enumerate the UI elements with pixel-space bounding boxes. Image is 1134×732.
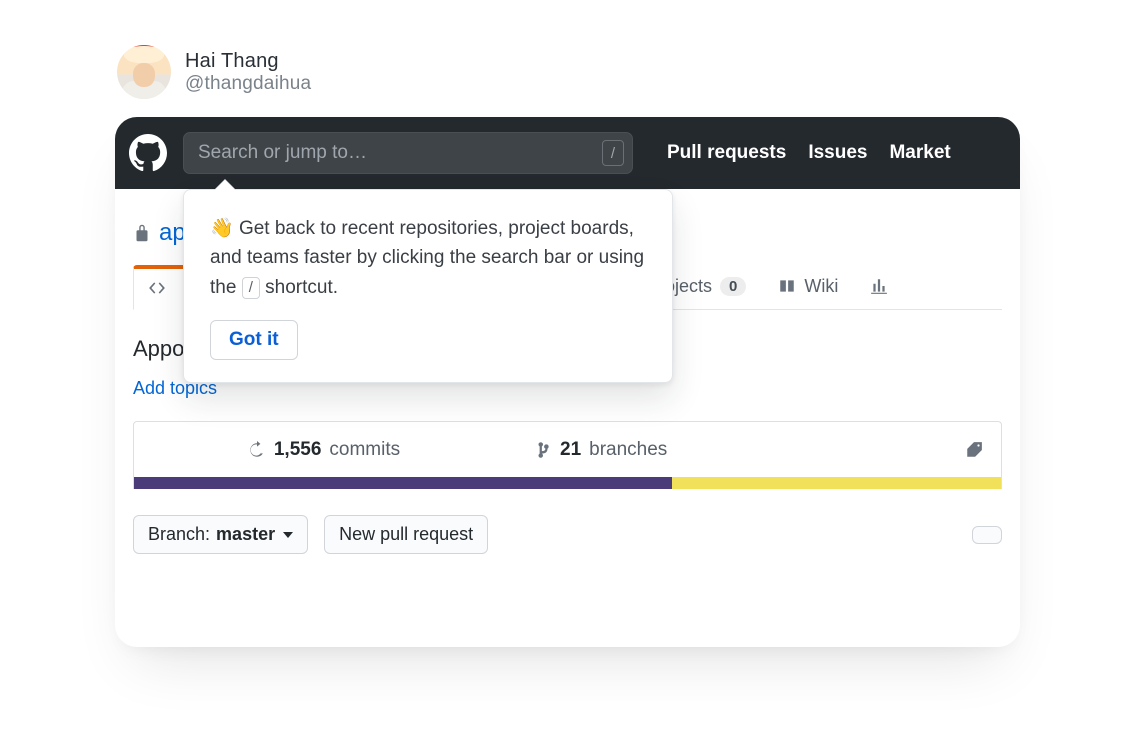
popover-text: 👋 Get back to recent repositories, proje… xyxy=(210,214,646,302)
tab-wiki[interactable]: Wiki xyxy=(764,266,852,309)
search-input[interactable] xyxy=(198,142,594,164)
caret-down-icon xyxy=(283,532,293,538)
slash-kbd: / xyxy=(242,277,260,299)
github-top-bar: / Pull requests Issues Market xyxy=(115,117,1020,189)
commits-count: 1,556 xyxy=(274,439,322,461)
tab-projects-count: 0 xyxy=(720,277,746,296)
repo-name: ap xyxy=(159,219,186,247)
new-pull-request-button[interactable]: New pull request xyxy=(324,515,488,554)
screenshot-card: / Pull requests Issues Market ap xyxy=(115,117,1020,647)
tab-wiki-label: Wiki xyxy=(804,276,838,297)
stat-branches[interactable]: 21 branches xyxy=(514,439,687,461)
top-nav: Pull requests Issues Market xyxy=(667,142,951,164)
repo-stats-bar: 1,556 commits 21 branches xyxy=(133,421,1002,477)
branches-label: branches xyxy=(589,439,667,461)
branch-prefix: Branch: xyxy=(148,524,210,545)
popover-text-b: shortcut. xyxy=(260,277,338,298)
tab-insights-partial[interactable] xyxy=(856,267,902,307)
graph-icon xyxy=(870,277,888,295)
stat-right-partial[interactable] xyxy=(945,441,1001,459)
tab-code[interactable] xyxy=(133,265,189,310)
avatar[interactable] xyxy=(117,45,171,99)
search-tip-popover: 👋 Get back to recent repositories, proje… xyxy=(183,189,673,383)
language-seg-2 xyxy=(672,477,1001,489)
wave-emoji: 👋 xyxy=(210,218,234,239)
got-it-button[interactable]: Got it xyxy=(210,320,298,360)
github-logo-icon[interactable] xyxy=(129,134,167,172)
nav-issues[interactable]: Issues xyxy=(808,142,867,164)
author-name[interactable]: Hai Thang xyxy=(185,50,311,73)
language-bar[interactable] xyxy=(133,477,1002,489)
branch-select-button[interactable]: Branch: master xyxy=(133,515,308,554)
branches-count: 21 xyxy=(560,439,581,461)
code-icon xyxy=(148,279,166,297)
right-action-partial[interactable] xyxy=(972,526,1002,544)
stat-commits[interactable]: 1,556 commits xyxy=(134,439,514,461)
language-seg-1 xyxy=(134,477,672,489)
branch-name: master xyxy=(216,524,275,545)
repo-actions-row: Branch: master New pull request xyxy=(133,515,1002,554)
tag-icon xyxy=(965,441,983,459)
commits-label: commits xyxy=(329,439,400,461)
global-search[interactable]: / xyxy=(183,132,633,174)
book-icon xyxy=(778,277,796,295)
history-icon xyxy=(248,441,266,459)
author-handle[interactable]: @thangdaihua xyxy=(185,73,311,95)
nav-pull-requests[interactable]: Pull requests xyxy=(667,142,786,164)
slash-shortcut-badge: / xyxy=(602,140,624,166)
git-branch-icon xyxy=(534,441,552,459)
post-author: Hai Thang @thangdaihua xyxy=(117,45,1020,99)
lock-icon xyxy=(133,222,151,244)
nav-marketplace[interactable]: Market xyxy=(889,142,950,164)
